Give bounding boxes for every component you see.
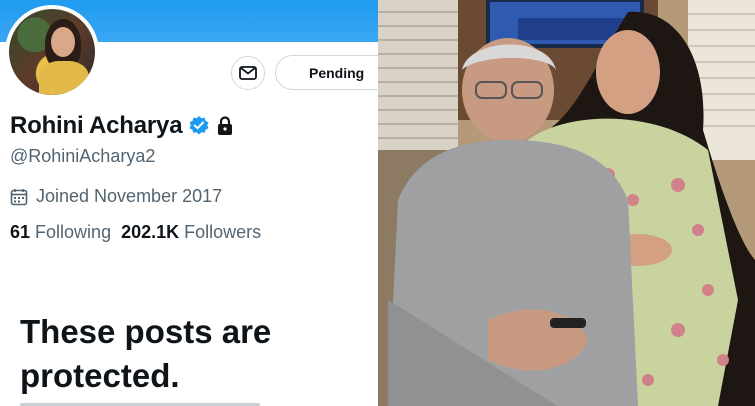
photo-panel	[378, 0, 755, 406]
protected-heading: These posts are protected.	[20, 313, 272, 394]
profile-handle: @RohiniAcharya2	[10, 146, 156, 166]
protected-subtext	[20, 400, 360, 406]
followers-link[interactable]: 202.1K Followers	[121, 222, 261, 243]
following-count: 61	[10, 222, 31, 242]
followers-label: Followers	[184, 222, 262, 242]
joined-row: Joined November 2017	[10, 186, 222, 207]
avatar[interactable]	[5, 5, 99, 99]
envelope-icon	[239, 66, 257, 80]
pending-button[interactable]: Pending	[275, 55, 378, 90]
verified-badge-icon	[189, 116, 209, 135]
profile-name: Rohini Acharya	[10, 112, 183, 139]
calendar-icon	[10, 188, 28, 205]
avatar-face	[51, 27, 75, 57]
follow-stats: 61 Following 202.1K Followers	[10, 222, 261, 243]
lock-icon	[218, 116, 233, 135]
photo	[378, 0, 755, 406]
profile-panel: Pending Rohini Acharya @RohiniAcharya2 J…	[0, 0, 378, 406]
avatar-dress	[39, 61, 89, 95]
message-button[interactable]	[231, 56, 265, 90]
name-row: Rohini Acharya	[10, 112, 234, 140]
following-label: Following	[35, 222, 112, 242]
following-link[interactable]: 61 Following	[10, 222, 111, 243]
followers-count: 202.1K	[121, 222, 180, 242]
joined-date: Joined November 2017	[36, 186, 223, 206]
